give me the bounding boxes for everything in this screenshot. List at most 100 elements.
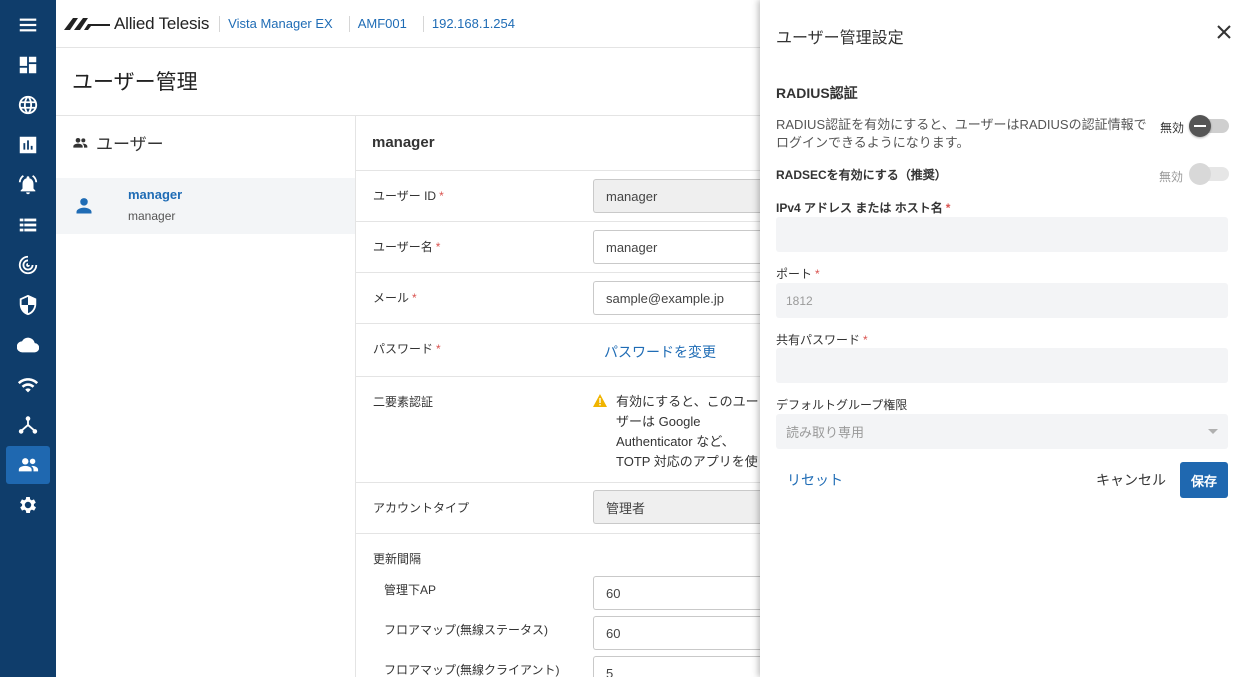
- host-label: IPv4 アドレス または ホスト名 *: [776, 201, 951, 215]
- username-input[interactable]: manager: [593, 230, 763, 264]
- refresh-ap-input[interactable]: 60: [593, 576, 763, 610]
- list-icon: [19, 218, 37, 232]
- secret-label-text: 共有パスワード: [776, 333, 861, 347]
- two-factor-warning-text: 有効にすると、このユーザーは Google Authenticator など、T…: [616, 394, 759, 469]
- detail-title: manager: [372, 134, 435, 151]
- port-label: ポート *: [776, 267, 820, 281]
- menu-icon: [19, 18, 37, 32]
- divider: [56, 115, 760, 116]
- breadcrumb-device[interactable]: AMF001: [348, 15, 415, 32]
- two-factor-label: 二要素認証: [373, 395, 434, 409]
- drawer-title: ユーザー管理設定: [776, 30, 904, 47]
- users-icon: [18, 458, 39, 472]
- divider: [355, 116, 356, 677]
- toggle-knob: [1189, 115, 1211, 137]
- refresh-interval-label: 更新間隔: [373, 552, 422, 566]
- radsec-toggle[interactable]: [1189, 163, 1229, 185]
- breadcrumb-product[interactable]: Vista Manager EX: [219, 15, 341, 32]
- close-icon: [1217, 25, 1231, 39]
- settings-drawer: ユーザー管理設定 RADIUS認証 RADIUS認証を有効にすると、ユーザーはR…: [760, 0, 1260, 677]
- logo: Allied Telesis: [64, 14, 209, 34]
- top-bar: Allied Telesis Vista Manager EX AMF001 1…: [56, 0, 760, 48]
- chart-icon: [19, 136, 37, 154]
- user-list-item[interactable]: manager manager: [56, 178, 355, 234]
- divider: [356, 272, 760, 273]
- nav-users[interactable]: [6, 446, 50, 484]
- port-label-text: ポート: [776, 267, 813, 281]
- nav-settings[interactable]: [6, 486, 50, 524]
- password-label-text: パスワード: [373, 342, 434, 356]
- allied-telesis-logo-icon: [64, 17, 110, 30]
- account-type-label: アカウントタイプ: [373, 501, 470, 515]
- change-password-link[interactable]: パスワードを変更: [604, 342, 716, 362]
- nav-list[interactable]: [6, 206, 50, 244]
- secret-input[interactable]: [776, 348, 1228, 383]
- divider: [356, 221, 760, 222]
- username-label-text: ユーザー名: [373, 240, 433, 254]
- radius-section-title: RADIUS認証: [776, 85, 858, 101]
- refresh-floormap-client-input[interactable]: 5: [593, 656, 763, 677]
- nav-monitor[interactable]: [6, 246, 50, 284]
- group-select[interactable]: 読み取り専用: [776, 414, 1228, 449]
- nav-rail: [0, 0, 56, 677]
- nav-dashboard[interactable]: [6, 46, 50, 84]
- two-factor-warning: 有効にすると、このユーザーは Google Authenticator など、T…: [593, 392, 763, 472]
- cloud-icon: [17, 337, 39, 353]
- radius-description: RADIUS認証を有効にすると、ユーザーはRADIUSの認証情報でログインできる…: [776, 117, 1147, 150]
- divider: [356, 170, 760, 171]
- nav-topology[interactable]: [6, 406, 50, 444]
- wifi-icon: [17, 378, 39, 393]
- radius-toggle[interactable]: [1189, 115, 1229, 137]
- nav-alarms[interactable]: [6, 166, 50, 204]
- username-label: ユーザー名 *: [373, 240, 441, 254]
- radius-toggle-state: 無効: [1160, 121, 1185, 135]
- reset-button[interactable]: リセット: [787, 470, 843, 490]
- refresh-floormap-client-label: フロアマップ(無線クライアント): [384, 663, 560, 677]
- email-label-text: メール: [373, 291, 410, 305]
- caret-down-icon: [1208, 429, 1218, 434]
- radsec-toggle-state: 無効: [1159, 170, 1184, 184]
- radar-icon: [18, 255, 38, 275]
- toggle-knob: [1189, 163, 1211, 185]
- user-id-field: manager: [593, 179, 763, 213]
- nav-security[interactable]: [6, 286, 50, 324]
- nav-reports[interactable]: [6, 126, 50, 164]
- secret-label: 共有パスワード *: [776, 333, 868, 347]
- user-subtitle: manager: [128, 209, 176, 223]
- nav-cloud[interactable]: [6, 326, 50, 364]
- user-id-label: ユーザー ID *: [373, 189, 444, 203]
- account-type-field: 管理者: [593, 490, 763, 524]
- close-button[interactable]: [1217, 24, 1235, 42]
- group-select-value: 読み取り専用: [786, 425, 865, 440]
- gear-icon: [20, 497, 36, 513]
- host-label-text: IPv4 アドレス または ホスト名: [776, 201, 943, 215]
- user-id-label-text: ユーザー ID: [373, 189, 437, 203]
- shield-icon: [19, 294, 37, 316]
- email-label: メール *: [373, 291, 417, 305]
- menu-button[interactable]: [6, 6, 50, 44]
- nav-wireless[interactable]: [6, 366, 50, 404]
- users-heading: ユーザー: [72, 130, 164, 155]
- save-button[interactable]: 保存: [1180, 462, 1228, 498]
- alarm-icon: [18, 175, 38, 195]
- refresh-floormap-status-input[interactable]: 60: [593, 616, 763, 650]
- radsec-label: RADSECを有効にする（推奨）: [776, 168, 947, 182]
- divider: [356, 482, 760, 483]
- user-name: manager: [128, 187, 183, 202]
- warning-icon: [593, 394, 607, 407]
- email-input[interactable]: sample@example.jp: [593, 281, 763, 315]
- host-input[interactable]: [776, 217, 1228, 252]
- divider: [356, 376, 760, 377]
- nav-network[interactable]: [6, 86, 50, 124]
- divider: [356, 533, 760, 534]
- port-input[interactable]: 1812: [776, 283, 1228, 318]
- users-icon: [73, 137, 88, 148]
- page-title: ユーザー管理: [72, 71, 198, 94]
- breadcrumb-ip[interactable]: 192.168.1.254: [422, 15, 523, 32]
- globe-icon: [18, 95, 38, 115]
- refresh-floormap-status-label: フロアマップ(無線ステータス): [384, 623, 548, 637]
- group-label: デフォルトグループ権限: [776, 398, 908, 412]
- dashboard-icon: [19, 56, 37, 74]
- cancel-button[interactable]: キャンセル: [1096, 470, 1166, 490]
- refresh-ap-label: 管理下AP: [384, 583, 437, 597]
